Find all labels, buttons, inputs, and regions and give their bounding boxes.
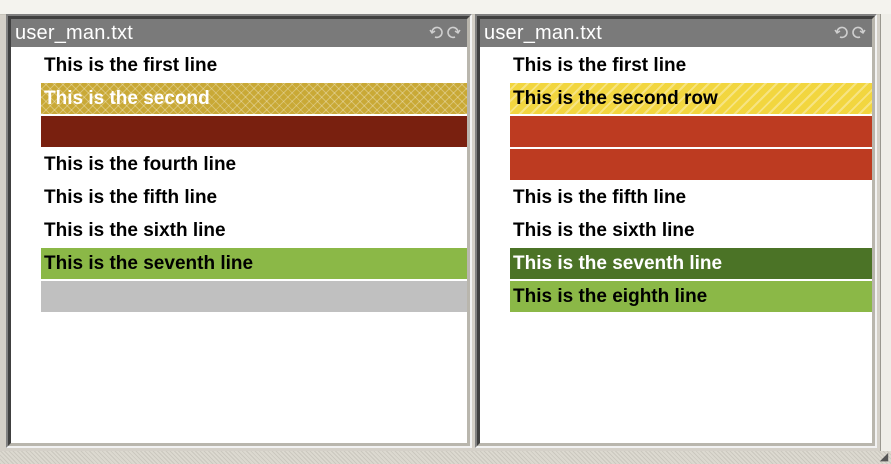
- line-row[interactable]: This is the fourth line: [41, 149, 467, 180]
- line-text: This is the fifth line: [513, 187, 687, 208]
- line-row-added[interactable]: This is the eighth line: [510, 281, 872, 312]
- left-line-list: This is the first line This is the secon…: [41, 50, 467, 314]
- top-window-strip: [0, 0, 891, 15]
- line-text: This is the sixth line: [44, 220, 226, 241]
- line-text: This is the seventh line: [44, 253, 254, 274]
- redo-icon[interactable]: [446, 25, 461, 40]
- right-pane-content: user_man.txt This is the first line This…: [477, 16, 875, 446]
- left-pane-title-icons: [429, 25, 461, 40]
- line-text: This is the first line: [44, 55, 218, 76]
- undo-icon[interactable]: [429, 25, 444, 40]
- right-diff-pane: user_man.txt This is the first line This…: [475, 14, 877, 448]
- left-pane-title: user_man.txt: [15, 21, 134, 44]
- line-row-added[interactable]: This is the seventh line: [41, 248, 467, 279]
- line-text: This is the second row: [513, 88, 718, 109]
- resize-grip-icon[interactable]: ◢: [878, 451, 890, 463]
- line-text: This is the fourth line: [44, 154, 237, 175]
- line-row-changed[interactable]: This is the second row: [510, 83, 872, 114]
- line-row-inserted[interactable]: [510, 116, 872, 147]
- line-text: This is the second: [44, 88, 210, 109]
- line-row[interactable]: This is the fifth line: [510, 182, 872, 213]
- redo-icon[interactable]: [851, 25, 866, 40]
- line-text: This is the fifth line: [44, 187, 218, 208]
- left-diff-pane: user_man.txt This is the first line This…: [6, 14, 472, 448]
- line-row-inserted[interactable]: [510, 149, 872, 180]
- bottom-status-strip: ◢: [0, 451, 891, 464]
- right-scrollbar[interactable]: [880, 14, 891, 451]
- right-pane-title: user_man.txt: [484, 21, 603, 44]
- line-row[interactable]: This is the first line: [510, 50, 872, 81]
- line-row-changed[interactable]: This is the second: [41, 83, 467, 114]
- right-pane-title-icons: [834, 25, 866, 40]
- line-text: This is the first line: [513, 55, 687, 76]
- line-text: This is the seventh line: [513, 253, 723, 274]
- line-row[interactable]: This is the first line: [41, 50, 467, 81]
- line-text: This is the sixth line: [513, 220, 695, 241]
- line-row-deleted[interactable]: [41, 116, 467, 147]
- left-pane-content: user_man.txt This is the first line This…: [8, 16, 470, 446]
- undo-icon[interactable]: [834, 25, 849, 40]
- left-pane-titlebar: user_man.txt: [11, 19, 467, 47]
- line-row[interactable]: This is the sixth line: [510, 215, 872, 246]
- line-row-placeholder[interactable]: [41, 281, 467, 312]
- right-pane-titlebar: user_man.txt: [480, 19, 872, 47]
- line-text: This is the eighth line: [513, 286, 708, 307]
- line-row[interactable]: This is the sixth line: [41, 215, 467, 246]
- line-row[interactable]: This is the fifth line: [41, 182, 467, 213]
- line-row-selected[interactable]: This is the seventh line: [510, 248, 872, 279]
- right-line-list: This is the first line This is the secon…: [510, 50, 872, 314]
